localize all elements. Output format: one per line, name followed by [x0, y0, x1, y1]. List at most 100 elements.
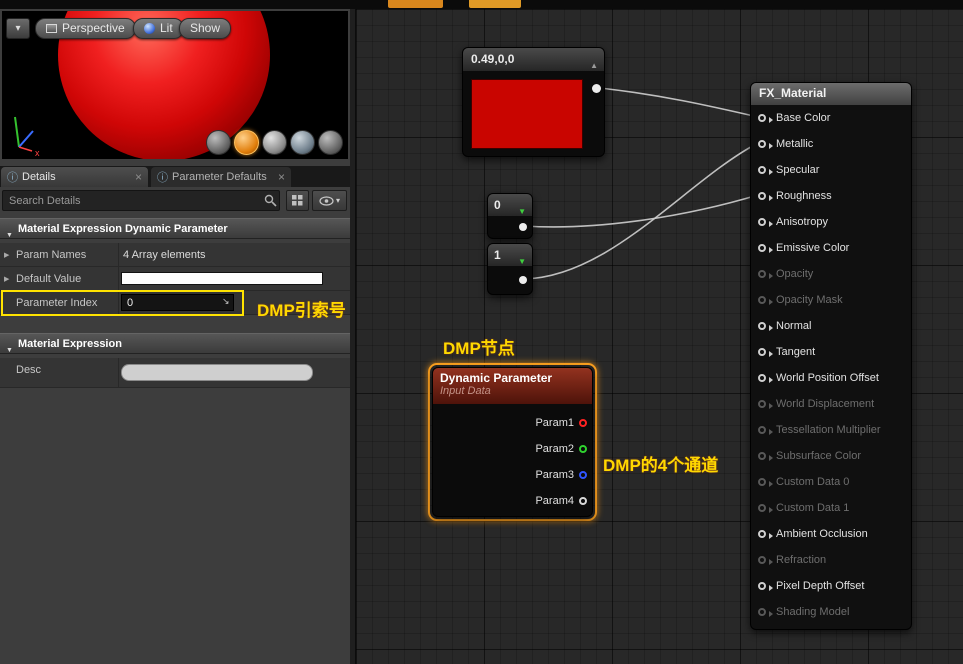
- pin-row-normal[interactable]: Normal: [751, 313, 911, 339]
- tab-parameter-defaults[interactable]: ⓘ Parameter Defaults ×: [151, 167, 291, 187]
- top-toolbar-strip: [0, 0, 963, 9]
- preview-sphere-button[interactable]: [234, 130, 259, 155]
- dynamic-parameter-node[interactable]: Dynamic Parameter Input Data Param1 Para…: [432, 367, 593, 517]
- desc-label: Desc: [16, 364, 42, 376]
- pin-row-pixel-depth-offset[interactable]: Pixel Depth Offset: [751, 573, 911, 599]
- dynamic-parameter-body: Param1 Param2 Param3 Param4: [433, 404, 592, 514]
- grid-view-icon: [292, 195, 303, 206]
- search-input[interactable]: [2, 190, 280, 211]
- close-icon[interactable]: ×: [278, 170, 285, 184]
- annotation-dmp-channels: DMP的4个通道: [603, 456, 719, 475]
- column-divider: [118, 243, 119, 266]
- svg-text:x: x: [35, 148, 40, 157]
- output-pin-param3[interactable]: [579, 471, 587, 479]
- input-pin-icon[interactable]: [758, 374, 773, 383]
- pin-row-world-displacement: World Displacement: [751, 391, 911, 417]
- pin-row-anisotropy[interactable]: Anisotropy: [751, 209, 911, 235]
- input-pin-icon[interactable]: [758, 348, 773, 357]
- view-options-button[interactable]: ▾: [312, 190, 347, 211]
- annotation-dmp-node: DMP节点: [443, 339, 515, 358]
- color-swatch: [471, 79, 583, 149]
- input-pin-icon[interactable]: [758, 166, 773, 175]
- input-pin-icon[interactable]: [758, 244, 773, 253]
- input-pin-icon[interactable]: [758, 114, 773, 123]
- output-row-param4: Param4: [433, 488, 592, 514]
- toolbar-button-partial-2[interactable]: [469, 0, 521, 8]
- input-pin-icon[interactable]: [758, 582, 773, 591]
- param-names-row: ▶ Param Names 4 Array elements: [0, 243, 350, 267]
- output-pin-param2[interactable]: [579, 445, 587, 453]
- tab-details[interactable]: ⓘ Details ×: [1, 167, 148, 187]
- pin-row-specular[interactable]: Specular: [751, 157, 911, 183]
- section-header-material-expression[interactable]: ▼ Material Expression: [0, 333, 350, 354]
- constant-zero-value: 0: [494, 198, 501, 212]
- input-pin-icon[interactable]: [758, 218, 773, 227]
- fx-material-node[interactable]: FX_Material Base Color Metallic Specular…: [750, 82, 912, 630]
- input-pin-icon: [758, 608, 773, 617]
- pin-row-world-position-offset[interactable]: World Position Offset: [751, 365, 911, 391]
- tab-parameter-defaults-label: Parameter Defaults: [172, 171, 267, 183]
- desc-input[interactable]: [121, 364, 313, 381]
- dropdown-triangle-icon[interactable]: ▼: [518, 251, 526, 273]
- pin-row-metallic[interactable]: Metallic: [751, 131, 911, 157]
- fx-material-body: Base Color Metallic Specular Roughness A…: [751, 105, 911, 625]
- input-pin-icon[interactable]: [758, 140, 773, 149]
- perspective-icon: [46, 24, 57, 33]
- pin-row-ambient-occlusion[interactable]: Ambient Occlusion: [751, 521, 911, 547]
- viewport-options-dropdown[interactable]: ▾: [6, 18, 30, 39]
- pin-row-custom-data-1: Custom Data 1: [751, 495, 911, 521]
- constant-one-node[interactable]: 1 ▼: [487, 243, 533, 295]
- constant3-node[interactable]: 0.49,0,0 ▲: [462, 47, 605, 157]
- input-pin-icon[interactable]: [758, 322, 773, 331]
- collapse-triangle-icon[interactable]: ▲: [590, 55, 598, 77]
- output-pin[interactable]: [519, 276, 527, 284]
- material-graph-panel[interactable]: 0.49,0,0 ▲ 0 ▼ 1 ▼ Dynamic Parameter Inp…: [356, 9, 963, 664]
- output-pin-param1[interactable]: [579, 419, 587, 427]
- perspective-button[interactable]: Perspective: [35, 18, 136, 39]
- display-filter-button[interactable]: [286, 190, 309, 211]
- wire-basecolor[interactable]: [599, 87, 759, 118]
- constant3-title: 0.49,0,0: [471, 52, 515, 66]
- pin-row-emissive-color[interactable]: Emissive Color: [751, 235, 911, 261]
- output-pin-param4[interactable]: [579, 497, 587, 505]
- perspective-label: Perspective: [62, 21, 125, 35]
- preview-teapot-button[interactable]: [318, 130, 343, 155]
- param2-label: Param2: [535, 443, 574, 455]
- preview-viewport[interactable]: ▾ Perspective Lit Show x: [2, 11, 348, 159]
- pin-row-base-color[interactable]: Base Color: [751, 105, 911, 131]
- dynamic-parameter-title: Dynamic Parameter: [440, 371, 553, 385]
- parameter-index-input[interactable]: [121, 294, 234, 311]
- constant-zero-node[interactable]: 0 ▼: [487, 193, 533, 239]
- fx-material-header: FX_Material: [751, 83, 911, 105]
- info-icon: ⓘ: [7, 172, 18, 184]
- input-pin-icon: [758, 426, 773, 435]
- triangle-right-icon[interactable]: ▶: [4, 251, 9, 259]
- dropdown-triangle-icon[interactable]: ▼: [518, 201, 526, 223]
- pin-row-refraction: Refraction: [751, 547, 911, 573]
- lit-button[interactable]: Lit: [133, 18, 184, 39]
- wire-metallic[interactable]: [523, 142, 759, 280]
- pin-row-tangent[interactable]: Tangent: [751, 339, 911, 365]
- preview-cylinder-button[interactable]: [206, 130, 231, 155]
- show-button[interactable]: Show: [179, 18, 232, 39]
- input-pin-icon: [758, 270, 773, 279]
- pin-row-shading-model: Shading Model: [751, 599, 911, 625]
- input-pin-icon[interactable]: [758, 530, 773, 539]
- reset-to-default-icon[interactable]: ↘: [222, 296, 230, 307]
- triangle-right-icon[interactable]: ▶: [4, 275, 9, 283]
- input-pin-icon: [758, 504, 773, 513]
- default-value-color-bar[interactable]: [121, 272, 323, 285]
- toolbar-button-partial-1[interactable]: [388, 0, 443, 8]
- close-icon[interactable]: ×: [135, 170, 142, 184]
- preview-cube-button[interactable]: [290, 130, 315, 155]
- annotation-dmp-index: DMP引索号: [257, 301, 346, 320]
- output-pin[interactable]: [519, 223, 527, 231]
- pin-row-roughness[interactable]: Roughness: [751, 183, 911, 209]
- output-pin[interactable]: [592, 84, 601, 93]
- wire-roughness[interactable]: [523, 194, 759, 228]
- section-header-dynamic-parameter[interactable]: ▼ Material Expression Dynamic Parameter: [0, 218, 350, 239]
- dynamic-parameter-header: Dynamic Parameter Input Data: [433, 368, 592, 404]
- preview-plane-button[interactable]: [262, 130, 287, 155]
- input-pin-icon[interactable]: [758, 192, 773, 201]
- axis-gizmo: x: [14, 116, 40, 157]
